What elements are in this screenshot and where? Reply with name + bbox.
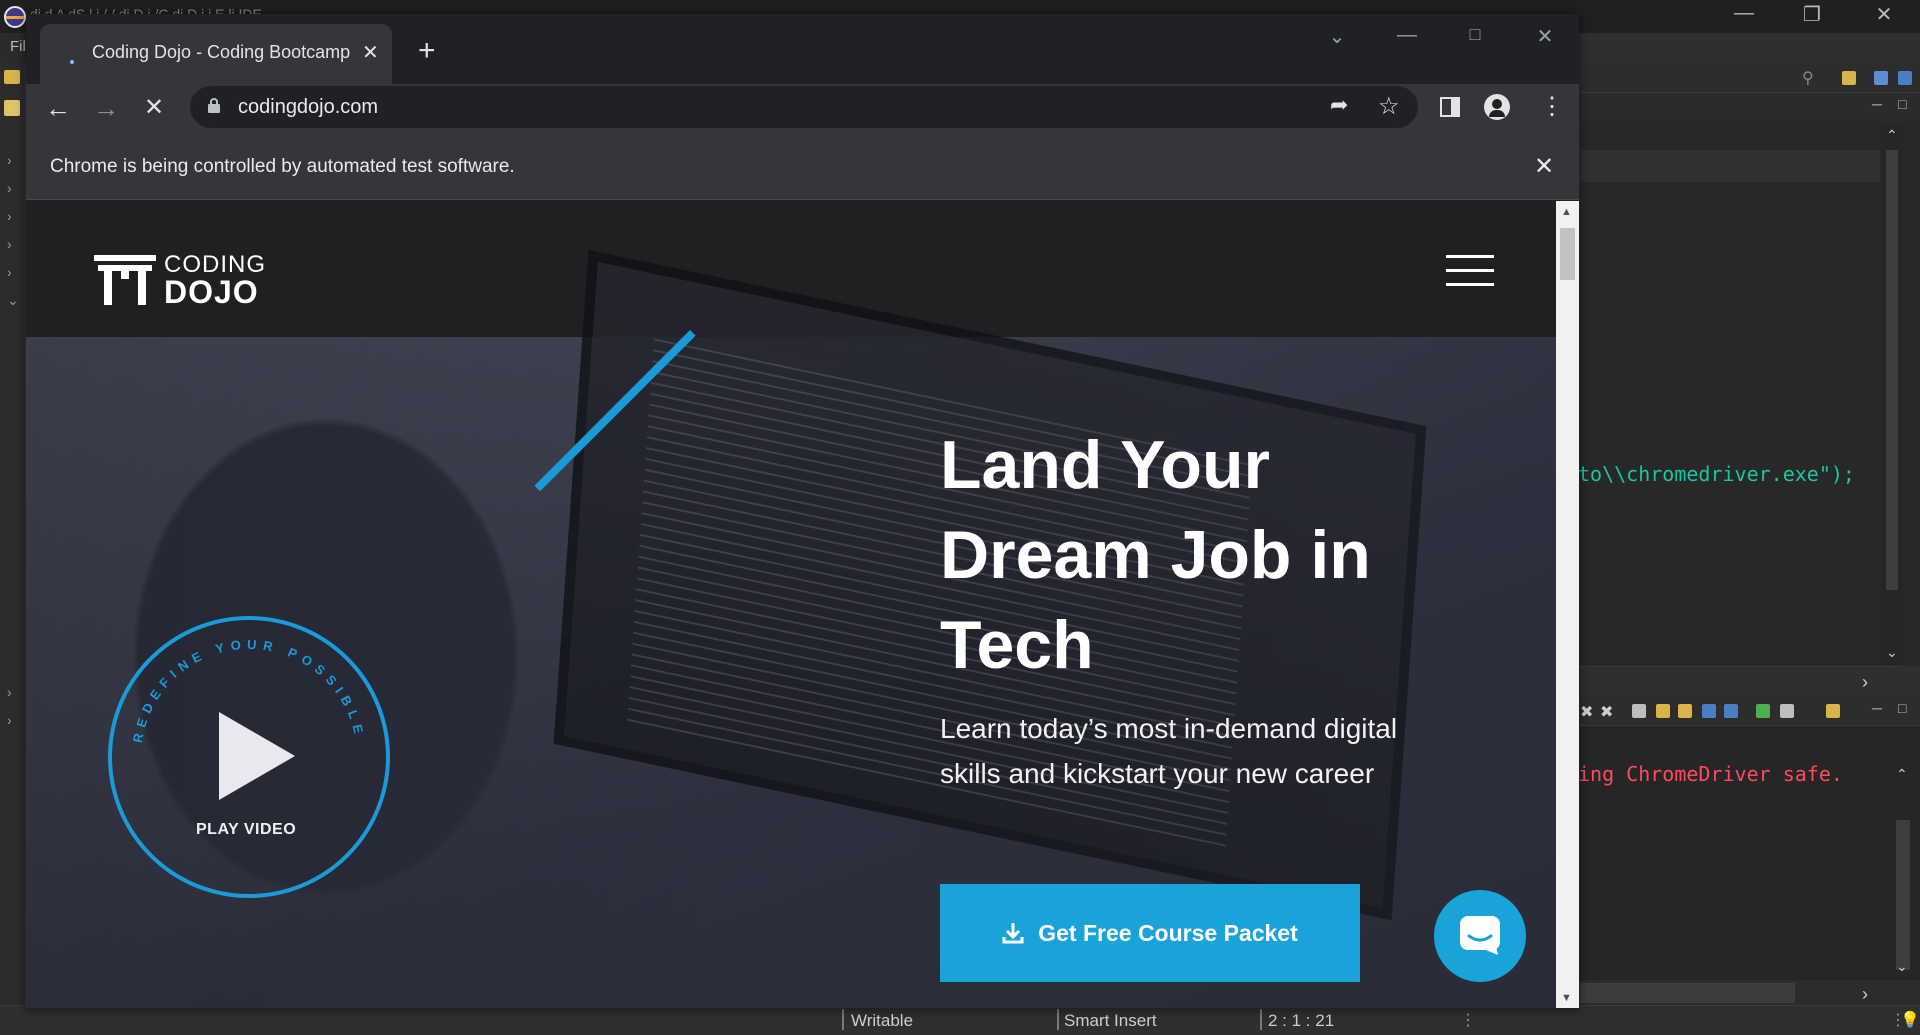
status-more-icon[interactable]: ⋮	[1460, 1010, 1476, 1030]
close-icon[interactable]: ✕	[1864, 2, 1904, 27]
status-separator	[1057, 1008, 1059, 1030]
status-separator	[1260, 1008, 1262, 1030]
loading-spinner-icon	[70, 60, 74, 64]
play-icon[interactable]	[219, 712, 295, 800]
hamburger-menu-icon[interactable]	[1446, 255, 1494, 287]
expand-chevron-icon[interactable]: ›	[7, 152, 12, 168]
collapse-chevron-icon[interactable]: ⌄	[7, 292, 19, 309]
logo-text-dojo[interactable]: DOJO	[164, 274, 259, 311]
maximize-view-icon[interactable]: □	[1898, 700, 1906, 716]
scroll-up-icon[interactable]: ▲	[1561, 206, 1572, 218]
editor-scroll-thumb[interactable]	[1886, 150, 1898, 590]
page-vertical-scrollbar[interactable]	[1556, 201, 1579, 1008]
url-text[interactable]: codingdojo.com	[238, 96, 378, 119]
scroll-down-icon[interactable]: ⌄	[1886, 644, 1898, 661]
scroll-down-icon[interactable]: ⌄	[1896, 958, 1908, 975]
ide-left-gutter	[0, 63, 26, 1013]
expand-chevron-icon[interactable]: ›	[7, 236, 12, 252]
expand-chevron-icon[interactable]: ›	[7, 180, 12, 196]
play-video-label[interactable]: PLAY VIDEO	[196, 821, 296, 839]
profile-icon[interactable]	[1484, 94, 1510, 120]
star-icon[interactable]: ☆	[1378, 92, 1400, 121]
console-hscroll-thumb[interactable]	[1580, 983, 1795, 1003]
scroll-right-icon[interactable]: ›	[1862, 984, 1868, 1005]
expand-chevron-icon[interactable]: ›	[7, 684, 12, 700]
side-panel-icon[interactable]	[1440, 97, 1460, 117]
minimize-view-icon[interactable]: ─	[1872, 700, 1882, 716]
console-icon[interactable]	[1678, 704, 1692, 718]
toolbar-folder-icon[interactable]	[4, 70, 20, 84]
kebab-menu-icon[interactable]: ⋮	[1540, 92, 1564, 121]
download-icon	[1002, 923, 1024, 944]
expand-chevron-icon[interactable]: ›	[7, 208, 12, 224]
page-scroll-thumb[interactable]	[1560, 228, 1575, 280]
eclipse-logo-icon	[4, 6, 26, 28]
get-course-packet-button[interactable]: Get Free Course Packet	[940, 884, 1360, 982]
scroll-up-icon[interactable]: ⌃	[1886, 127, 1898, 144]
console-line: ing ChromeDriver safe.	[1578, 762, 1843, 786]
code-line[interactable]: to\\chromedriver.exe");	[1578, 462, 1855, 486]
editor-header	[1580, 93, 1920, 121]
status-separator	[842, 1008, 844, 1030]
console-icon[interactable]	[1632, 704, 1646, 718]
lock-icon[interactable]	[208, 98, 220, 113]
current-line-highlight	[1580, 150, 1880, 182]
scroll-down-icon[interactable]: ▼	[1561, 992, 1572, 1004]
infobar-message: Chrome is being controlled by automated …	[50, 156, 515, 177]
tab-search-icon[interactable]: ⌄	[1322, 24, 1352, 49]
scroll-lock-icon[interactable]	[1702, 704, 1716, 718]
close-icon[interactable]: ✕	[1530, 24, 1560, 49]
lightbulb-icon[interactable]: 💡	[1900, 1010, 1920, 1030]
hero-heading: Land Your Dream Job in Tech	[940, 427, 1371, 683]
scroll-right-icon[interactable]: ›	[1862, 672, 1868, 693]
console-icon[interactable]	[1656, 704, 1670, 718]
word-wrap-icon[interactable]	[1724, 704, 1738, 718]
expand-chevron-icon[interactable]: ›	[7, 712, 12, 728]
minimize-icon[interactable]: —	[1392, 24, 1422, 47]
display-console-icon[interactable]	[1780, 704, 1794, 718]
minimize-view-icon[interactable]: ─	[1872, 96, 1882, 112]
console-toolbar	[1580, 696, 1920, 726]
package-icon[interactable]	[4, 100, 20, 116]
open-console-icon[interactable]	[1826, 704, 1840, 718]
new-tab-icon[interactable]: +	[418, 36, 436, 66]
pin-console-icon[interactable]	[1756, 704, 1770, 718]
java-perspective-icon[interactable]	[1898, 71, 1912, 85]
menu-file[interactable]: Fil	[10, 38, 26, 55]
search-icon[interactable]: ⚲	[1802, 68, 1814, 88]
tab-title: Coding Dojo - Coding Bootcamp	[92, 42, 351, 62]
stop-loading-icon[interactable]: ✕	[136, 90, 172, 126]
status-insert-mode[interactable]: Smart Insert	[1064, 1011, 1157, 1031]
status-cursor-position: 2 : 1 : 21	[1268, 1011, 1335, 1030]
scroll-up-icon[interactable]: ⌃	[1896, 766, 1908, 783]
hero-subheading: Learn today’s most in-demand digital ski…	[940, 713, 1398, 789]
status-writable: Writable	[851, 1011, 914, 1030]
restore-icon[interactable]: ❐	[1792, 2, 1832, 27]
editor-horizontal-scrollbar[interactable]	[1580, 666, 1902, 696]
minimize-icon[interactable]: —	[1724, 2, 1764, 25]
toolbar-icon[interactable]	[1842, 71, 1856, 85]
ide-statusbar	[0, 1005, 1920, 1035]
console-scroll-thumb[interactable]	[1896, 820, 1910, 970]
forward-arrow-icon[interactable]: →	[88, 90, 124, 126]
expand-chevron-icon[interactable]: ›	[7, 264, 12, 280]
remove-all-icon[interactable]: ✖	[1600, 702, 1613, 722]
tab-close-icon[interactable]: ✕	[362, 40, 379, 65]
ide-toolbar	[1580, 63, 1920, 93]
cta-label: Get Free Course Packet	[1038, 919, 1298, 946]
maximize-icon[interactable]: □	[1460, 24, 1490, 45]
perspective-icon[interactable]	[1874, 71, 1888, 85]
coding-dojo-torii-logo-icon[interactable]	[94, 255, 156, 305]
maximize-view-icon[interactable]: □	[1898, 96, 1906, 112]
share-icon[interactable]: ➦	[1330, 92, 1348, 118]
back-arrow-icon[interactable]: ←	[40, 90, 76, 126]
remove-launch-icon[interactable]: ✖	[1580, 702, 1593, 722]
chat-icon	[1460, 916, 1500, 955]
infobar-close-icon[interactable]: ✕	[1534, 152, 1554, 181]
